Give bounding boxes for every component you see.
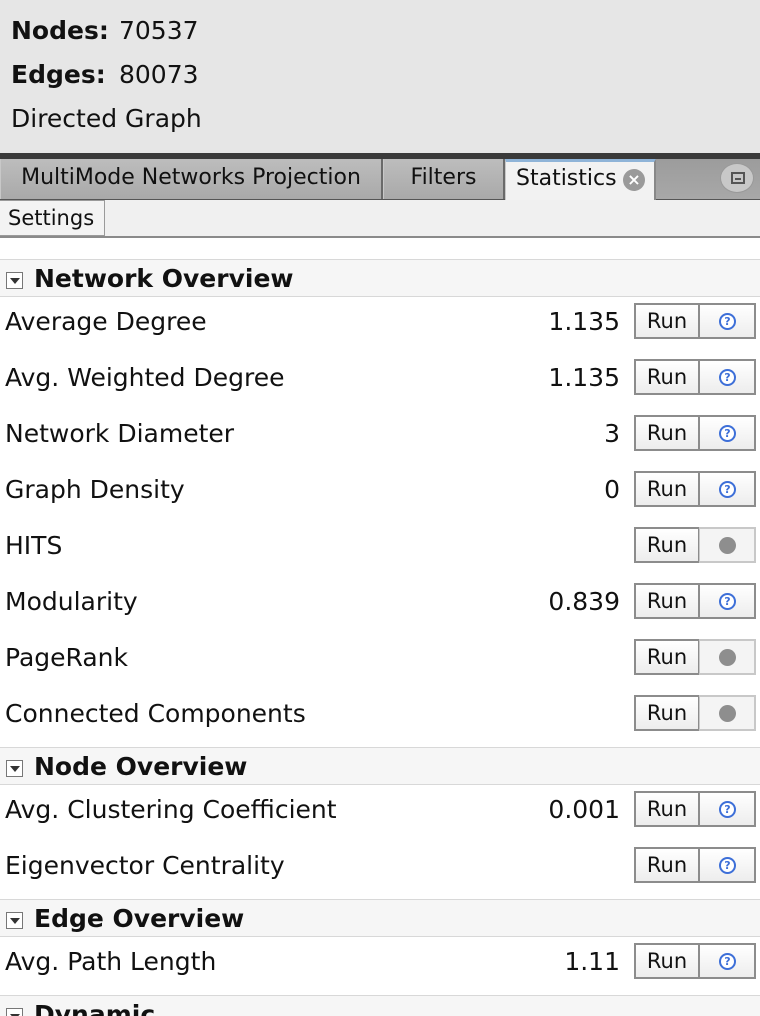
stat-row-eigenvector-centrality: Eigenvector Centrality Run ? (0, 839, 760, 895)
run-button[interactable]: Run (634, 943, 700, 979)
question-icon: ? (719, 425, 736, 442)
section-edge-overview[interactable]: Edge Overview (0, 899, 760, 937)
disabled-dot-icon (719, 705, 736, 722)
collapse-toggle-icon[interactable] (6, 912, 23, 929)
section-title: Network Overview (34, 264, 294, 293)
stat-value: 1.11 (564, 947, 620, 976)
settings-button[interactable]: Settings (0, 200, 105, 236)
run-button[interactable]: Run (634, 583, 700, 619)
edges-count-row: Edges: 80073 (11, 60, 199, 90)
help-button-disabled (699, 639, 756, 675)
tab-statistics[interactable]: Statistics × (505, 159, 656, 200)
question-icon: ? (719, 801, 736, 818)
stat-name: Network Diameter (5, 419, 235, 448)
graph-summary-panel: Nodes: 70537 Edges: 80073 Directed Graph (0, 0, 760, 153)
run-button[interactable]: Run (634, 695, 700, 731)
help-button[interactable]: ? (699, 471, 756, 507)
help-button[interactable]: ? (699, 583, 756, 619)
stat-row-hits: HITS Run (0, 519, 760, 575)
run-button[interactable]: Run (634, 471, 700, 507)
question-icon: ? (719, 313, 736, 330)
stat-value: 1.135 (548, 363, 620, 392)
stat-name: Graph Density (5, 475, 185, 504)
run-button[interactable]: Run (634, 415, 700, 451)
collapse-toggle-icon[interactable] (6, 760, 23, 777)
stat-row-pagerank: PageRank Run (0, 631, 760, 687)
help-button[interactable]: ? (699, 359, 756, 395)
stat-row-network-diameter: Network Diameter 3 Run ? (0, 407, 760, 463)
help-button[interactable]: ? (699, 791, 756, 827)
stat-value: 0 (604, 475, 620, 504)
question-icon: ? (719, 369, 736, 386)
graph-type-label: Directed Graph (11, 104, 202, 133)
question-icon: ? (719, 857, 736, 874)
tab-filters[interactable]: Filters (383, 159, 505, 199)
stat-name: HITS (5, 531, 63, 560)
tab-bar: MultiMode Networks Projection Filters St… (0, 153, 760, 200)
collapse-toggle-icon[interactable] (6, 272, 23, 289)
collapse-toggle-icon[interactable] (6, 1008, 23, 1016)
stat-row-average-degree: Average Degree 1.135 Run ? (0, 295, 760, 351)
stat-value: 0.001 (548, 795, 620, 824)
stat-name: PageRank (5, 643, 128, 672)
section-title: Edge Overview (34, 904, 245, 933)
question-icon: ? (719, 481, 736, 498)
edges-label: Edges: (11, 60, 106, 89)
section-dynamic[interactable]: Dynamic (0, 995, 760, 1016)
stat-row-avg-weighted-degree: Avg. Weighted Degree 1.135 Run ? (0, 351, 760, 407)
section-title: Dynamic (34, 1000, 156, 1016)
stat-value: 1.135 (548, 307, 620, 336)
stat-row-modularity: Modularity 0.839 Run ? (0, 575, 760, 631)
question-icon: ? (719, 593, 736, 610)
help-button[interactable]: ? (699, 847, 756, 883)
stat-name: Connected Components (5, 699, 306, 728)
help-button[interactable]: ? (699, 943, 756, 979)
stat-name: Avg. Weighted Degree (5, 363, 285, 392)
run-button[interactable]: Run (634, 791, 700, 827)
stat-value: 3 (604, 419, 620, 448)
stat-name: Eigenvector Centrality (5, 851, 285, 880)
stat-name: Avg. Clustering Coefficient (5, 795, 337, 824)
question-icon: ? (719, 953, 736, 970)
help-button[interactable]: ? (699, 303, 756, 339)
disabled-dot-icon (719, 649, 736, 666)
stat-name: Modularity (5, 587, 138, 616)
run-button[interactable]: Run (634, 639, 700, 675)
stat-row-graph-density: Graph Density 0 Run ? (0, 463, 760, 519)
tab-statistics-label: Statistics (516, 166, 617, 191)
nodes-label: Nodes: (11, 16, 109, 45)
stat-row-avg-clustering-coefficient: Avg. Clustering Coefficient 0.001 Run ? (0, 783, 760, 839)
edges-value: 80073 (119, 60, 199, 89)
stat-row-avg-path-length: Avg. Path Length 1.11 Run ? (0, 935, 760, 991)
run-button[interactable]: Run (634, 847, 700, 883)
stat-name: Avg. Path Length (5, 947, 217, 976)
run-button[interactable]: Run (634, 527, 700, 563)
help-button-disabled (699, 695, 756, 731)
run-button[interactable]: Run (634, 359, 700, 395)
statistics-toolbar: Settings (0, 200, 760, 238)
stat-name: Average Degree (5, 307, 207, 336)
help-button[interactable]: ? (699, 415, 756, 451)
minimize-panel-icon[interactable] (720, 163, 754, 193)
section-title: Node Overview (34, 752, 248, 781)
help-button-disabled (699, 527, 756, 563)
nodes-value: 70537 (119, 16, 199, 45)
stat-value: 0.839 (548, 587, 620, 616)
section-node-overview[interactable]: Node Overview (0, 747, 760, 785)
run-button[interactable]: Run (634, 303, 700, 339)
disabled-dot-icon (719, 537, 736, 554)
tab-multimode-networks-projection[interactable]: MultiMode Networks Projection (0, 159, 383, 199)
section-network-overview[interactable]: Network Overview (0, 259, 760, 297)
nodes-count-row: Nodes: 70537 (11, 16, 199, 46)
stat-row-connected-components: Connected Components Run (0, 687, 760, 743)
close-tab-icon[interactable]: × (623, 169, 645, 191)
